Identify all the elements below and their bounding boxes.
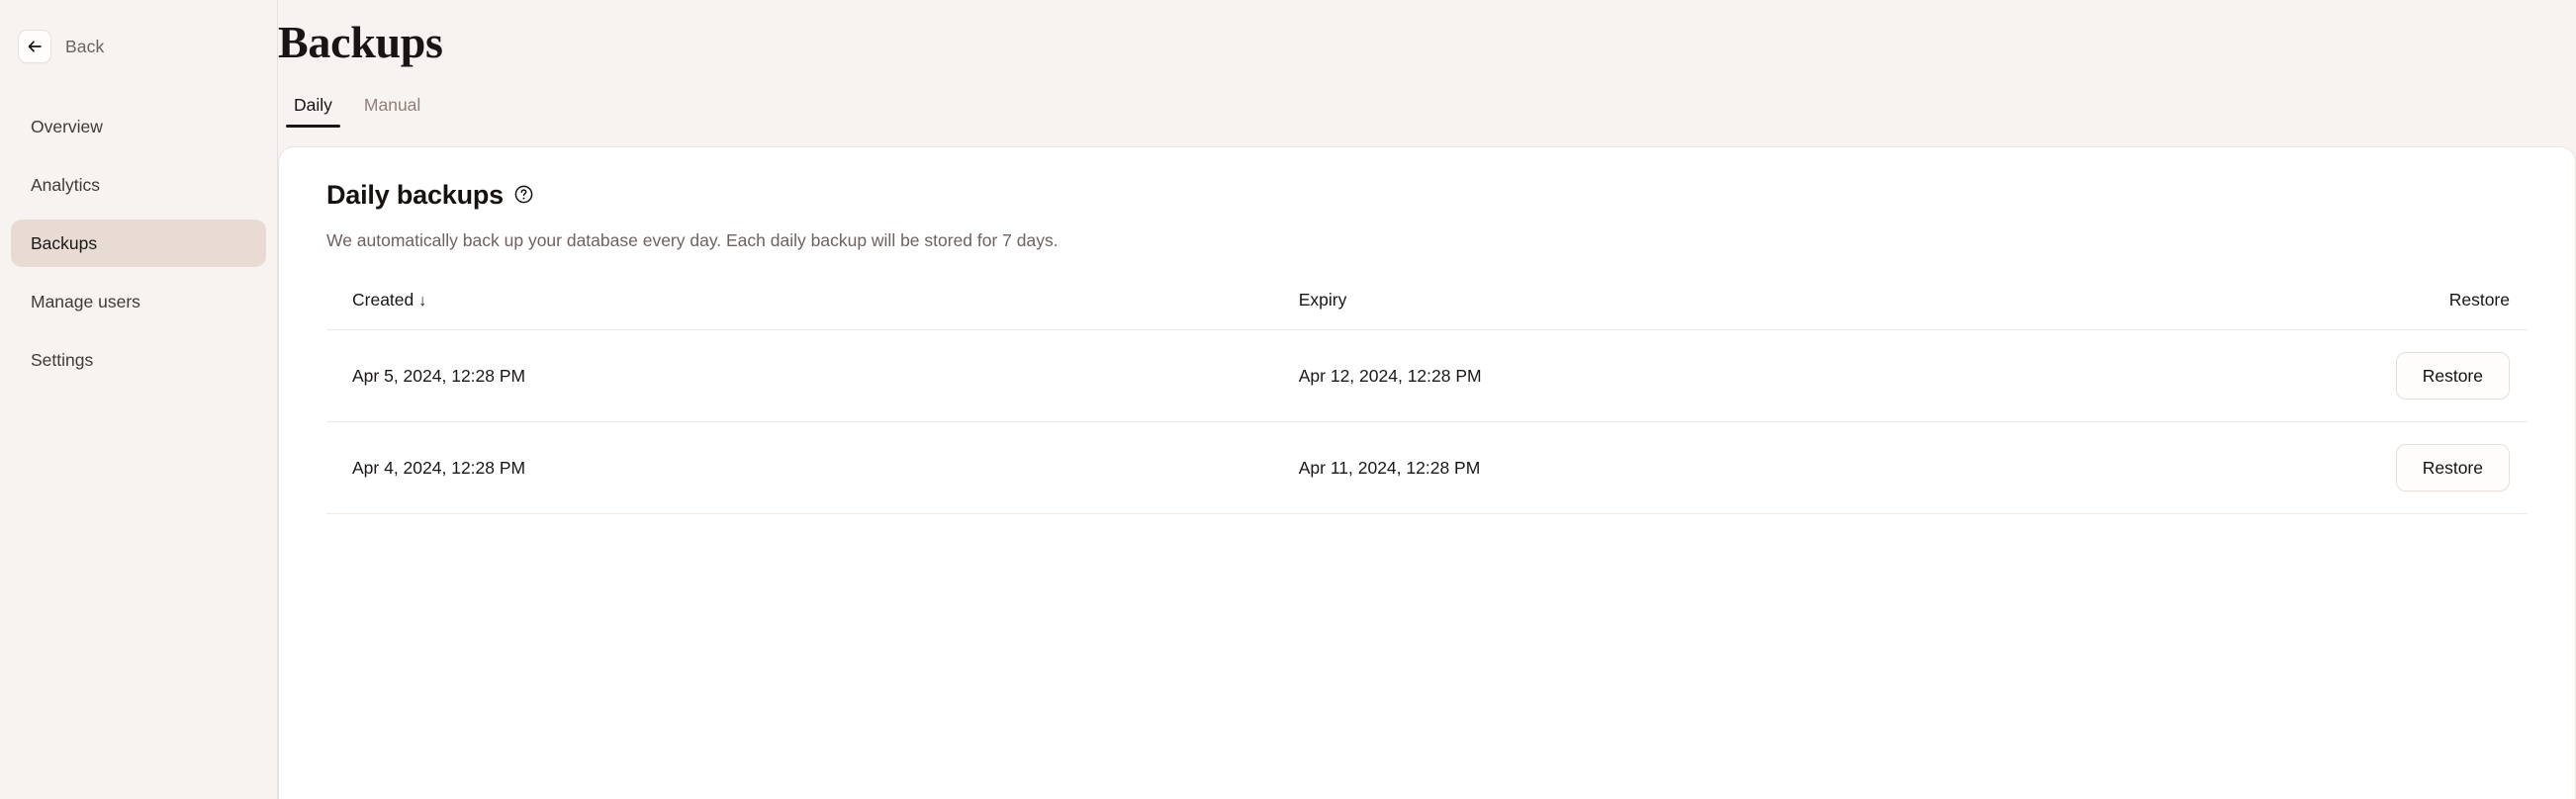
help-circle-icon[interactable] <box>513 184 534 210</box>
back-row: Back <box>0 0 277 63</box>
cell-restore: Restore <box>2153 421 2528 514</box>
table-head: Created ↓ Expiry Restore <box>326 276 2528 330</box>
column-header-created[interactable]: Created ↓ <box>326 276 1273 330</box>
page-title: Backups <box>278 17 443 67</box>
main-content: Backups Daily Manual Daily backups We au… <box>278 0 2576 799</box>
sidebar-item-manage-users[interactable]: Manage users <box>11 278 266 325</box>
sort-descending-icon[interactable]: ↓ <box>418 293 426 310</box>
sidebar-item-analytics[interactable]: Analytics <box>11 161 266 209</box>
cell-expiry: Apr 12, 2024, 12:28 PM <box>1272 329 2154 422</box>
back-label[interactable]: Back <box>65 37 104 57</box>
sidebar-item-settings[interactable]: Settings <box>11 336 266 384</box>
restore-button[interactable]: Restore <box>2395 352 2510 400</box>
table-row: Apr 5, 2024, 12:28 PM Apr 12, 2024, 12:2… <box>326 329 2528 422</box>
backups-table: Created ↓ Expiry Restore Apr 5, 2024, 12:… <box>326 276 2528 514</box>
cell-created: Apr 5, 2024, 12:28 PM <box>326 329 1273 422</box>
sidebar-nav: Overview Analytics Backups Manage users … <box>0 103 277 384</box>
card-title: Daily backups <box>326 180 504 210</box>
daily-backups-card: Daily backups We automatically back up y… <box>278 146 2576 799</box>
tab-manual[interactable]: Manual <box>348 94 436 128</box>
tab-bar: Daily Manual <box>278 94 2576 128</box>
cell-created: Apr 4, 2024, 12:28 PM <box>326 421 1273 514</box>
cell-expiry: Apr 11, 2024, 12:28 PM <box>1272 421 2154 514</box>
card-description: We automatically back up your database e… <box>326 230 1058 250</box>
backups-page: Back Overview Analytics Backups Manage u… <box>0 0 2576 799</box>
table-header-row: Created ↓ Expiry Restore <box>326 276 2528 330</box>
sidebar-item-overview[interactable]: Overview <box>11 103 266 150</box>
sidebar: Back Overview Analytics Backups Manage u… <box>0 0 278 799</box>
cell-restore: Restore <box>2153 329 2528 422</box>
column-header-expiry[interactable]: Expiry <box>1272 276 2154 330</box>
card-header: Daily backups <box>326 147 2528 211</box>
table-row: Apr 4, 2024, 12:28 PM Apr 11, 2024, 12:2… <box>326 421 2528 514</box>
arrow-left-icon <box>26 38 44 55</box>
restore-button[interactable]: Restore <box>2395 444 2510 491</box>
column-header-restore: Restore <box>2153 276 2528 330</box>
sidebar-item-backups[interactable]: Backups <box>11 220 266 267</box>
column-header-created-label: Created <box>352 290 414 310</box>
table-body: Apr 5, 2024, 12:28 PM Apr 12, 2024, 12:2… <box>326 329 2528 514</box>
tab-daily[interactable]: Daily <box>278 94 348 128</box>
back-button[interactable] <box>18 30 51 63</box>
